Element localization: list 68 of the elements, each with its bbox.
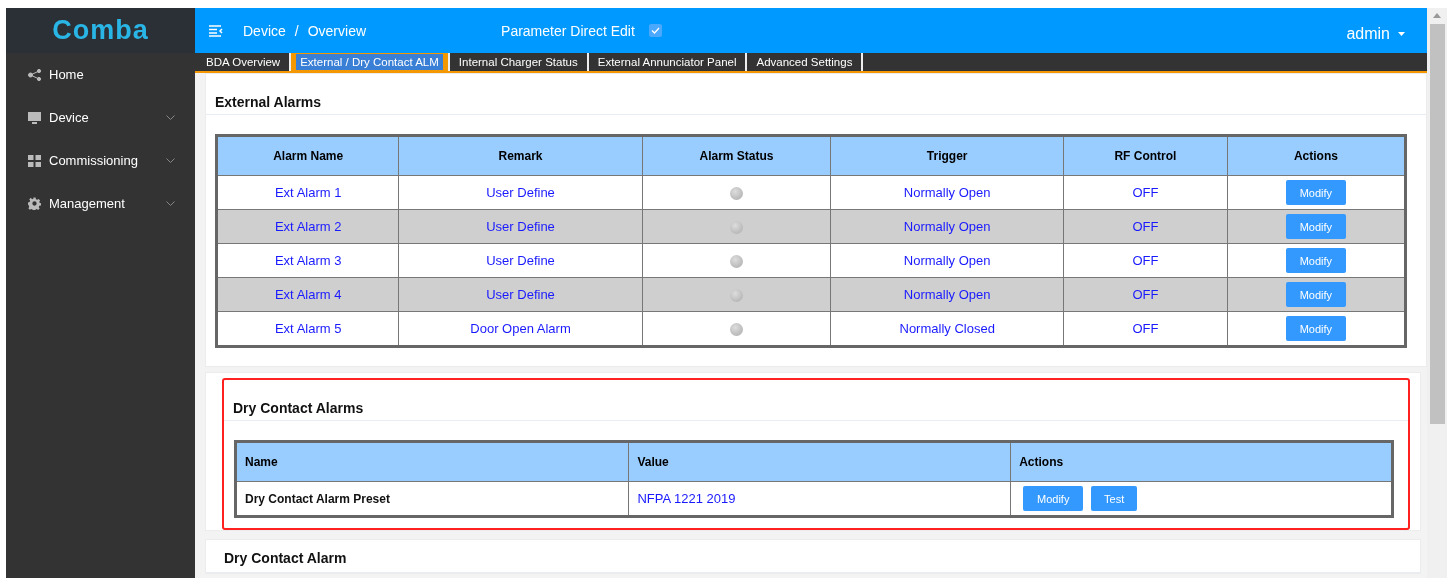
- sidebar-item[interactable]: Management: [6, 182, 195, 225]
- table-cell: Normally Open: [830, 175, 1064, 210]
- modify-button[interactable]: Modify: [1285, 180, 1346, 205]
- action-button[interactable]: Test: [1091, 486, 1138, 511]
- breadcrumb-item[interactable]: Overview: [307, 22, 367, 39]
- tab[interactable]: Advanced Settings: [747, 53, 864, 71]
- table-cell: User Define: [398, 243, 643, 278]
- table-cell: User Define: [398, 277, 643, 312]
- table-cell: Normally Open: [830, 209, 1064, 244]
- sidebar-item[interactable]: Commissioning: [6, 139, 195, 182]
- direct-edit-label: Parameter Direct Edit: [501, 22, 635, 39]
- column-header: Actions: [1227, 135, 1406, 176]
- column-header: Value: [628, 441, 1011, 482]
- grid-icon: [28, 154, 41, 167]
- scrollbar-thumb[interactable]: [1429, 24, 1445, 424]
- table-cell: Normally Closed: [830, 311, 1064, 347]
- column-header: Trigger: [830, 135, 1064, 176]
- breadcrumb-separator: /: [294, 22, 299, 39]
- tab[interactable]: External Annunciator Panel: [588, 53, 748, 71]
- direct-edit-checkbox[interactable]: [648, 24, 662, 37]
- tab[interactable]: External / Dry Contact ALM: [291, 53, 450, 71]
- table-cell: Ext Alarm 5: [216, 311, 399, 347]
- modify-button[interactable]: Modify: [1285, 282, 1346, 307]
- tab[interactable]: Internal Charger Status: [449, 53, 589, 71]
- gear-icon: [28, 197, 41, 210]
- table-cell: Ext Alarm 2: [216, 209, 399, 244]
- table-cell: Dry Contact Alarm Preset: [235, 481, 629, 517]
- column-header: Alarm Name: [216, 135, 399, 176]
- status-indicator: [730, 255, 743, 269]
- caret-icon: [1398, 31, 1405, 36]
- table-cell: Ext Alarm 3: [216, 243, 399, 278]
- section-title: Dry Contact Alarms: [224, 380, 1408, 421]
- share-icon: [28, 68, 41, 81]
- status-indicator: [730, 289, 743, 303]
- sidebar-item[interactable]: Device: [6, 96, 195, 139]
- section-title: Dry Contact Alarm: [206, 540, 1420, 573]
- column-header: RF Control: [1063, 135, 1228, 176]
- table-cell: Ext Alarm 1: [216, 175, 399, 210]
- table-cell: Normally Open: [830, 277, 1064, 312]
- monitor-icon: [28, 111, 41, 124]
- table-cell: NFPA 1221 2019: [628, 481, 1011, 517]
- column-header: Remark: [398, 135, 643, 176]
- table-cell: Door Open Alarm: [398, 311, 643, 347]
- status-indicator: [730, 221, 743, 235]
- table-cell: Normally Open: [830, 243, 1064, 278]
- sidebar-item[interactable]: Home: [6, 53, 195, 96]
- column-header: Alarm Status: [642, 135, 831, 176]
- table-cell: User Define: [398, 209, 643, 244]
- table-cell: OFF: [1063, 243, 1228, 278]
- section-title: External Alarms: [206, 74, 1426, 115]
- table-cell: OFF: [1063, 209, 1228, 244]
- table-cell: OFF: [1063, 311, 1228, 347]
- table-cell: Ext Alarm 4: [216, 277, 399, 312]
- modify-button[interactable]: Modify: [1285, 316, 1346, 341]
- status-indicator: [730, 323, 743, 337]
- logo: Comba: [6, 8, 195, 53]
- modify-button[interactable]: Modify: [1285, 214, 1346, 239]
- table-cell: OFF: [1063, 175, 1228, 210]
- modify-button[interactable]: Modify: [1285, 248, 1346, 273]
- column-header: Actions: [1010, 441, 1393, 482]
- action-button[interactable]: Modify: [1023, 486, 1084, 511]
- table-cell: OFF: [1063, 277, 1228, 312]
- menu-icon[interactable]: [209, 24, 223, 37]
- column-header: Name: [235, 441, 629, 482]
- status-indicator: [730, 187, 743, 201]
- table-cell: User Define: [398, 175, 643, 210]
- user-menu[interactable]: admin: [1346, 18, 1405, 43]
- breadcrumb-item[interactable]: Device: [243, 22, 286, 39]
